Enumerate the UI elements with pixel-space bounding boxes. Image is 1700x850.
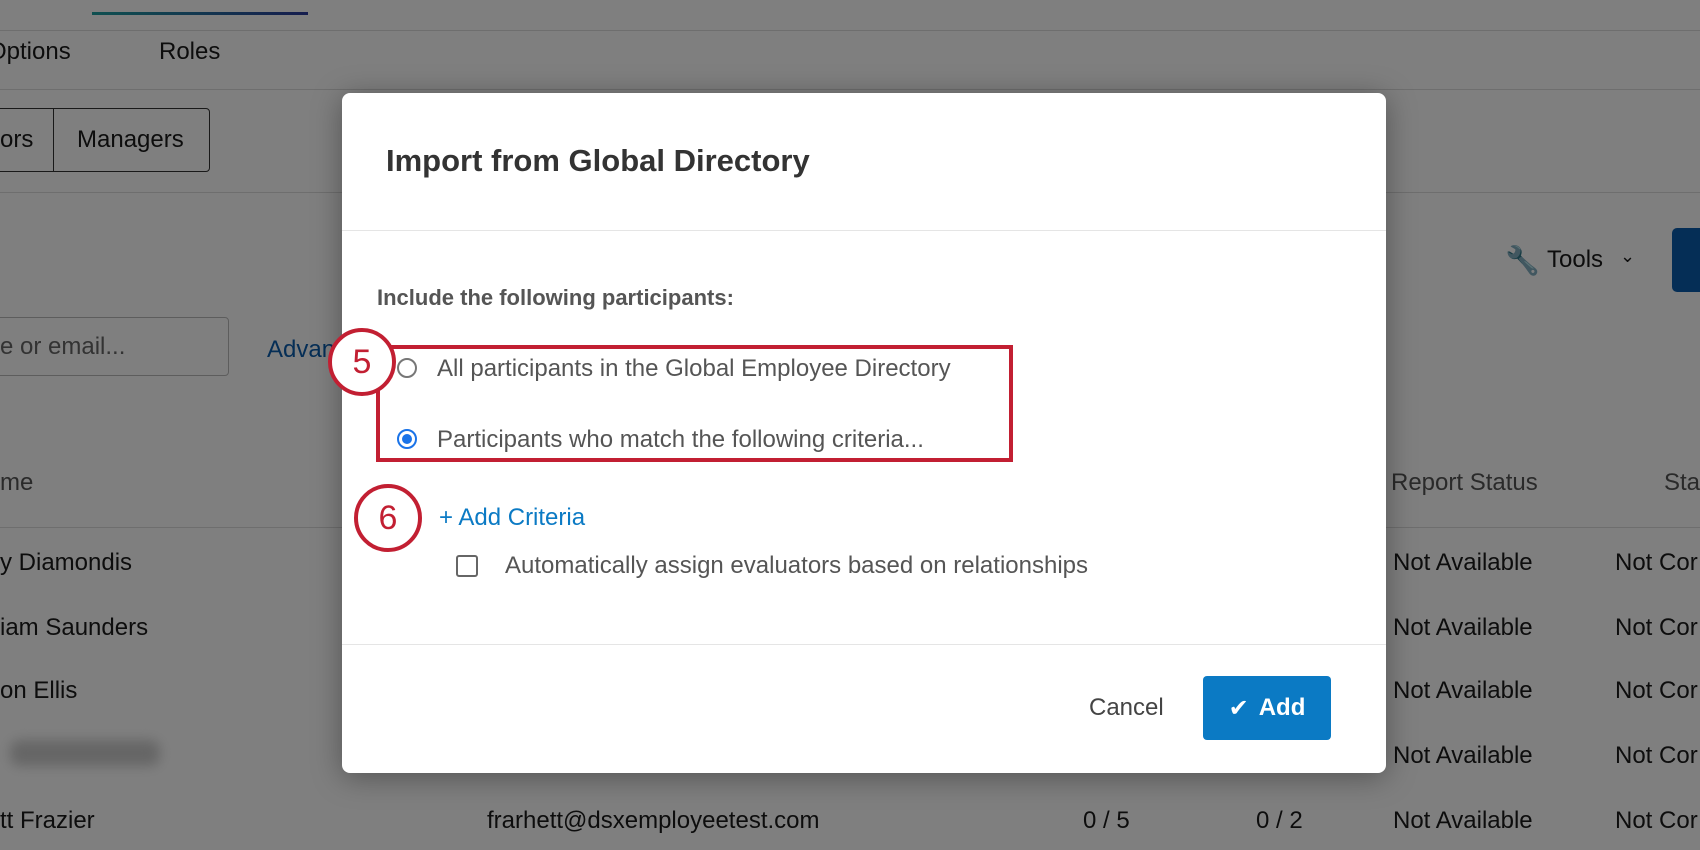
annotation-marker-6: 6 [354,484,422,552]
include-label: Include the following participants: [377,285,734,310]
add-criteria-link[interactable]: + Add Criteria [439,504,585,532]
radio-all-participants[interactable] [397,358,417,378]
auto-assign-checkbox[interactable] [456,555,478,577]
import-dialog: Import from Global Directory Include the… [328,93,1386,773]
annotation-marker-5: 5 [328,328,396,396]
add-button[interactable]: ✔ Add [1203,676,1331,740]
cancel-button[interactable]: Cancel [1089,694,1164,722]
checkmark-icon: ✔ [1228,694,1249,722]
option-criteria-label[interactable]: Participants who match the following cri… [437,426,924,454]
auto-assign-label[interactable]: Automatically assign evaluators based on… [505,552,1088,580]
option-all-label[interactable]: All participants in the Global Employee … [437,355,951,383]
radio-match-criteria[interactable] [397,429,417,449]
dialog-title: Import from Global Directory [386,143,810,178]
